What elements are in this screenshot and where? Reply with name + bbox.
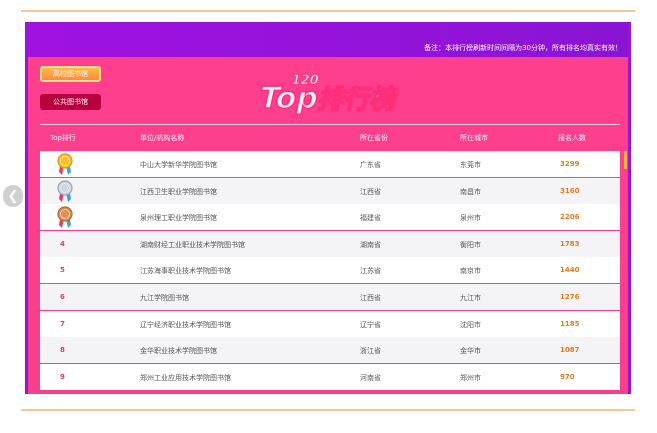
col-province-header: 所在省份: [360, 134, 388, 142]
table-row: 4 湖南财经工业职业技术学院图书馆 湖南省 衡阳市 1783: [40, 230, 620, 257]
table-header: Top排行 单位/机构名称 所在省份 所在城市 报名人数: [40, 133, 620, 147]
city-cell: 南京市: [460, 267, 481, 276]
tab-public-library[interactable]: 公共图书馆: [40, 94, 101, 110]
city-cell: 南昌市: [460, 187, 481, 196]
name-cell: 泉州理工职业学院图书馆: [140, 214, 217, 223]
top120-logo: Top 120 排行榜: [252, 68, 412, 116]
city-cell: 九江市: [460, 294, 481, 302]
rank-cell: 4: [60, 239, 65, 248]
rank-cell: 5: [60, 266, 65, 275]
header-divider: [40, 124, 620, 125]
medal-icon: [54, 153, 76, 175]
table-row: 9 郑州工业应用技术学院图书馆 河南省 郑州市 970: [40, 363, 620, 390]
city-cell: 郑州市: [460, 373, 481, 382]
col-city-header: 所在城市: [460, 134, 488, 142]
col-name-header: 单位/机构名称: [140, 134, 185, 142]
table-row: 江西卫生职业学院图书馆 江西省 南昌市 3160: [40, 177, 620, 204]
rank-cell: 6: [60, 293, 65, 301]
name-cell: 辽宁经济职业技术学院图书馆: [140, 320, 231, 329]
city-cell: 泉州市: [460, 214, 481, 223]
ranking-panel: 备注：本排行榜刷新时间间隔为30分钟，所有排名均真实有效！ 高校图书馆 公共图书…: [25, 22, 631, 394]
province-cell: 江西省: [360, 187, 381, 196]
name-cell: 江苏海事职业技术学院图书馆: [140, 267, 231, 276]
count-cell: 1276: [560, 293, 580, 301]
city-cell: 沈阳市: [460, 320, 481, 329]
table-row: 6 九江学院图书馆 江西省 九江市 1276: [40, 284, 620, 310]
rank-cell: 9: [60, 372, 65, 381]
province-cell: 辽宁省: [360, 320, 381, 329]
count-cell: 1440: [560, 266, 580, 275]
scrollbar-thumb[interactable]: [624, 151, 627, 169]
city-cell: 东莞市: [460, 161, 481, 169]
province-cell: 福建省: [360, 214, 381, 223]
table-row: 7 辽宁经济职业技术学院图书馆 辽宁省 沈阳市 1185: [40, 310, 620, 337]
province-cell: 浙江省: [360, 347, 381, 356]
count-cell: 2206: [560, 213, 580, 222]
table-row: 泉州理工职业学院图书馆 福建省 泉州市 2206: [40, 204, 620, 231]
count-cell: 970: [560, 372, 575, 381]
rank-cell: 7: [60, 319, 65, 328]
medal-icon: [54, 206, 76, 229]
table-row: 5 江苏海事职业技术学院图书馆 江苏省 南京市 1440: [40, 257, 620, 284]
rank-cell: 8: [60, 346, 65, 355]
col-count-header: 报名人数: [558, 134, 586, 142]
name-cell: 湖南财经工业职业技术学院图书馆: [140, 240, 245, 249]
count-cell: 1185: [560, 319, 580, 328]
frame-top-line: [21, 10, 635, 12]
table-row: 8 金华职业技术学院图书馆 浙江省 金华市 1087: [40, 337, 620, 364]
count-cell: 3299: [560, 160, 580, 168]
tab-university-library[interactable]: 高校图书馆: [40, 66, 101, 82]
chevron-left-icon[interactable]: ❮: [3, 185, 23, 207]
name-cell: 金华职业技术学院图书馆: [140, 347, 217, 356]
province-cell: 湖南省: [360, 240, 381, 249]
name-cell: 江西卫生职业学院图书馆: [140, 187, 217, 196]
frame-bottom-line: [21, 409, 635, 411]
province-cell: 江西省: [360, 294, 381, 302]
count-cell: 1783: [560, 239, 580, 248]
name-cell: 中山大学新华学院图书馆: [140, 161, 217, 169]
medal-icon: [54, 179, 76, 202]
count-cell: 3160: [560, 186, 580, 195]
count-cell: 1087: [560, 346, 580, 355]
top-bar: 备注：本排行榜刷新时间间隔为30分钟，所有排名均真实有效！: [28, 22, 628, 57]
logo-num-text: 120: [290, 73, 320, 88]
logo-title-text: 排行榜: [316, 84, 400, 115]
name-cell: 郑州工业应用技术学院图书馆: [140, 373, 231, 382]
city-cell: 衡阳市: [460, 240, 481, 249]
col-rank-header: Top排行: [50, 134, 76, 142]
city-cell: 金华市: [460, 347, 481, 356]
province-cell: 河南省: [360, 373, 381, 382]
province-cell: 广东省: [360, 161, 381, 169]
notice-text: 备注：本排行榜刷新时间间隔为30分钟，所有排名均真实有效！: [424, 44, 622, 52]
province-cell: 江苏省: [360, 267, 381, 276]
table-row: 中山大学新华学院图书馆 广东省 东莞市 3299: [40, 151, 620, 177]
name-cell: 九江学院图书馆: [140, 294, 189, 302]
